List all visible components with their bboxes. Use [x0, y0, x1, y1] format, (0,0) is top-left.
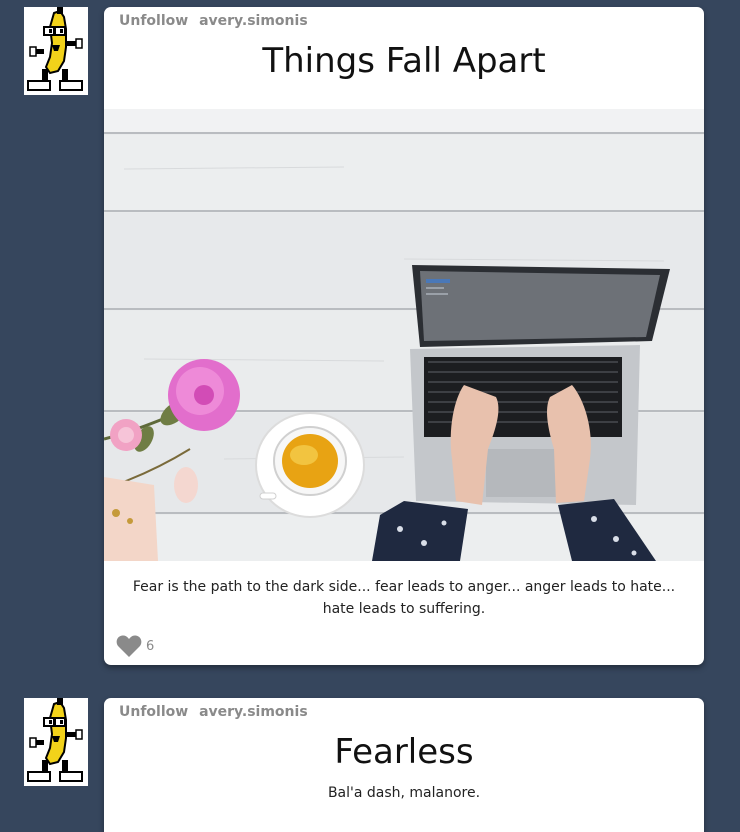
post-body: Fear is the path to the dark side... fea… — [132, 579, 676, 617]
post-footer: 6 — [104, 620, 704, 665]
username-link[interactable]: avery.simonis — [199, 704, 308, 720]
post-header: Unfollow avery.simonis — [104, 698, 704, 726]
user-avatar[interactable] — [24, 698, 88, 786]
dancing-banana-icon — [24, 7, 88, 95]
post-title: Fearless — [334, 732, 474, 772]
unfollow-button[interactable]: Unfollow — [119, 13, 188, 29]
post-title: Things Fall Apart — [262, 41, 546, 81]
username-link[interactable]: avery.simonis — [199, 13, 308, 29]
like-count: 6 — [146, 638, 155, 654]
post-card: Unfollow avery.simonis Things Fall Apart — [104, 7, 704, 665]
post-image — [104, 109, 704, 561]
post-card: Unfollow avery.simonis Fearless Bal'a da… — [104, 698, 704, 832]
dancing-banana-icon — [24, 698, 88, 786]
post-header: Unfollow avery.simonis — [104, 7, 704, 35]
user-avatar[interactable] — [24, 7, 88, 95]
post-body: Bal'a dash, malanore. — [327, 785, 481, 801]
dashboard-feed: Unfollow avery.simonis Things Fall Apart — [0, 0, 740, 832]
like-button[interactable] — [116, 634, 142, 658]
unfollow-button[interactable]: Unfollow — [119, 704, 188, 720]
heart-icon — [116, 635, 142, 657]
